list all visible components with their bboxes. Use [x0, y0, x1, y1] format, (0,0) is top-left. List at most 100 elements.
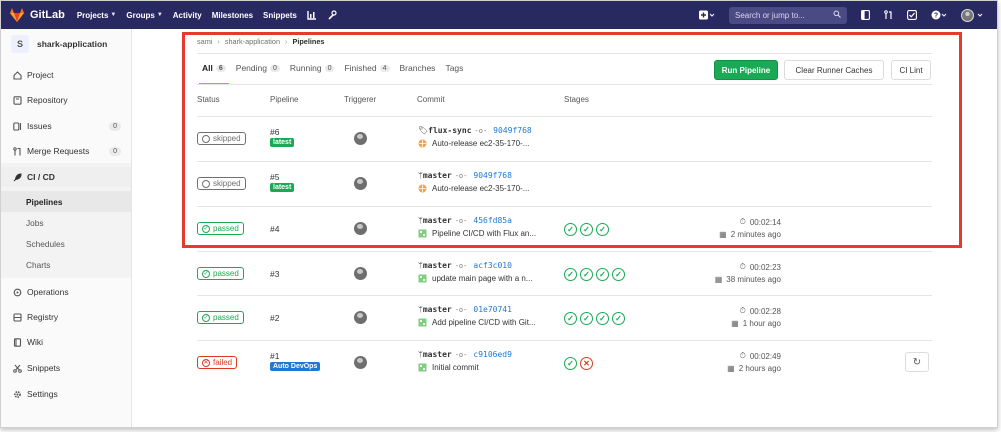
breadcrumb-sami[interactable]: sami	[197, 37, 212, 46]
stage-passed-icon[interactable]: ✓	[564, 357, 577, 370]
pipeline-id-link[interactable]: #6	[270, 127, 279, 137]
wrench-icon[interactable]	[327, 10, 337, 20]
stage-failed-icon[interactable]: ✕	[580, 357, 593, 370]
tab-tags[interactable]: Tags	[445, 63, 463, 73]
stage-passed-icon[interactable]: ✓	[564, 312, 577, 325]
ref-name-link[interactable]: flux-sync	[428, 126, 471, 135]
commit-icon: -o-	[454, 305, 468, 314]
triggerer-avatar[interactable]	[354, 311, 367, 324]
triggerer-avatar[interactable]	[354, 222, 367, 235]
status-badge-skipped[interactable]: skipped	[197, 132, 246, 145]
stage-passed-icon[interactable]: ✓	[612, 312, 625, 325]
sidebar-sub-charts[interactable]: Charts	[1, 254, 131, 275]
tab-finished[interactable]: Finished 4	[344, 63, 390, 73]
ref-name-link[interactable]: master	[423, 305, 452, 314]
run-pipeline-button[interactable]: Run Pipeline	[714, 60, 778, 80]
nav-projects[interactable]: Projects ▼	[77, 11, 117, 20]
stage-passed-icon[interactable]: ✓	[596, 223, 609, 236]
stage-passed-icon[interactable]: ✓	[564, 268, 577, 281]
commit-title-link[interactable]: Initial commit	[432, 363, 479, 372]
status-badge-skipped[interactable]: skipped	[197, 177, 246, 190]
breadcrumb-project[interactable]: shark-application	[225, 37, 280, 46]
stage-passed-icon[interactable]: ✓	[580, 223, 593, 236]
table-row: ✕ failed #1 Auto DevOps ᛘ master -o- c910…	[132, 341, 997, 386]
sidebar-toggle-icon[interactable]	[861, 10, 870, 20]
sidebar-item-registry[interactable]: Registry	[1, 307, 131, 327]
project-header[interactable]: S shark-application	[1, 29, 131, 59]
commit-title-link[interactable]: Auto-release ec2-35-170-...	[432, 139, 529, 148]
breadcrumb-current[interactable]: Pipelines	[292, 37, 324, 46]
nav-activity[interactable]: Activity	[173, 11, 202, 20]
todo-icon[interactable]	[907, 10, 917, 20]
commit-message: Auto-release ec2-35-170-...	[418, 139, 529, 148]
triggerer-avatar[interactable]	[354, 356, 367, 369]
plus-square-icon[interactable]	[699, 10, 715, 20]
commit-sha-link[interactable]: acf3c010	[473, 261, 512, 270]
clear-runner-caches-button[interactable]: Clear Runner Caches	[784, 60, 884, 80]
stage-passed-icon[interactable]: ✓	[596, 268, 609, 281]
commit-sha-link[interactable]: 456fd85a	[473, 216, 512, 225]
sidebar-item-repository[interactable]: Repository	[1, 90, 131, 110]
ref-name-link[interactable]: master	[423, 171, 452, 180]
commit-sha-link[interactable]: c9106ed9	[473, 350, 512, 359]
retry-button[interactable]: ↻	[905, 352, 929, 372]
status-badge-passed[interactable]: ✓ passed	[197, 311, 244, 324]
triggerer-avatar[interactable]	[354, 132, 367, 145]
ref-name-link[interactable]: master	[423, 350, 452, 359]
pipeline-id-link[interactable]: #1	[270, 351, 279, 361]
stage-passed-icon[interactable]: ✓	[580, 268, 593, 281]
tab-pending[interactable]: Pending 0	[236, 63, 280, 73]
commit-sha-link[interactable]: 01e70741	[473, 305, 512, 314]
help-icon[interactable]: ?	[931, 10, 947, 20]
pipeline-finished: ▦ 2 hours ago	[727, 364, 781, 373]
ref-name-link[interactable]: master	[423, 261, 452, 270]
status-badge-passed[interactable]: ✓ passed	[197, 267, 244, 280]
user-avatar[interactable]	[961, 8, 983, 22]
ci-lint-button[interactable]: CI Lint	[891, 60, 931, 80]
sidebar-item-snippets[interactable]: Snippets	[1, 358, 131, 378]
sidebar-item-issues[interactable]: Issues 0	[1, 116, 131, 136]
tab-running[interactable]: Running 0	[290, 63, 335, 73]
nav-snippets[interactable]: Snippets	[263, 11, 297, 20]
status-badge-passed[interactable]: ✓ passed	[197, 222, 244, 235]
sidebar-item-merge-requests[interactable]: Merge Requests 0	[1, 141, 131, 161]
triggerer-avatar[interactable]	[354, 267, 367, 280]
nav-groups[interactable]: Groups ▼	[126, 11, 162, 20]
sidebar-item-ci-cd[interactable]: CI / CD	[1, 167, 131, 187]
pipeline-id-link[interactable]: #3	[270, 269, 279, 279]
stage-passed-icon[interactable]: ✓	[612, 268, 625, 281]
status-badge-failed[interactable]: ✕ failed	[197, 356, 238, 369]
commit-ref: ᛘ master -o- c9106ed9	[418, 350, 512, 359]
commit-title-link[interactable]: Add pipeline CI/CD with Git...	[432, 318, 536, 327]
ref-name-link[interactable]: master	[423, 216, 452, 225]
nav-milestones[interactable]: Milestones	[212, 11, 253, 20]
merge-icon	[12, 146, 22, 156]
stage-passed-icon[interactable]: ✓	[580, 312, 593, 325]
stage-passed-icon[interactable]: ✓	[596, 312, 609, 325]
sidebar-sub-schedules[interactable]: Schedules	[1, 233, 131, 254]
sidebar-item-project[interactable]: Project	[1, 65, 131, 85]
gitlab-logo[interactable]: GitLab	[9, 7, 65, 23]
triggerer-avatar[interactable]	[354, 177, 367, 190]
pipeline-id-link[interactable]: #2	[270, 313, 279, 323]
sidebar-item-settings[interactable]: Settings	[1, 384, 131, 404]
stage-passed-icon[interactable]: ✓	[564, 223, 577, 236]
commit-title-link[interactable]: Auto-release ec2-35-170-...	[432, 184, 529, 193]
timer-icon: ⏱	[739, 217, 746, 226]
sidebar-item-operations[interactable]: Operations	[1, 282, 131, 302]
merge-requests-count-badge: 0	[109, 146, 121, 156]
chart-icon[interactable]	[307, 10, 317, 20]
sidebar-sub-jobs[interactable]: Jobs	[1, 212, 131, 233]
tab-branches[interactable]: Branches	[400, 63, 436, 73]
sidebar-sub-pipelines[interactable]: Pipelines	[1, 191, 131, 212]
sidebar-item-wiki[interactable]: Wiki	[1, 332, 131, 352]
commit-title-link[interactable]: update main page with a n...	[432, 274, 533, 283]
pipeline-id-link[interactable]: #5	[270, 172, 279, 182]
merge-request-icon[interactable]	[884, 10, 893, 20]
search-input[interactable]: Search or jump to...	[729, 6, 847, 24]
commit-sha-link[interactable]: 9049f768	[473, 171, 512, 180]
pipeline-id-link[interactable]: #4	[270, 224, 279, 234]
tab-all[interactable]: All 6	[202, 63, 226, 73]
commit-sha-link[interactable]: 9049f768	[493, 126, 532, 135]
commit-title-link[interactable]: Pipeline CI/CD with Flux an...	[432, 229, 536, 238]
